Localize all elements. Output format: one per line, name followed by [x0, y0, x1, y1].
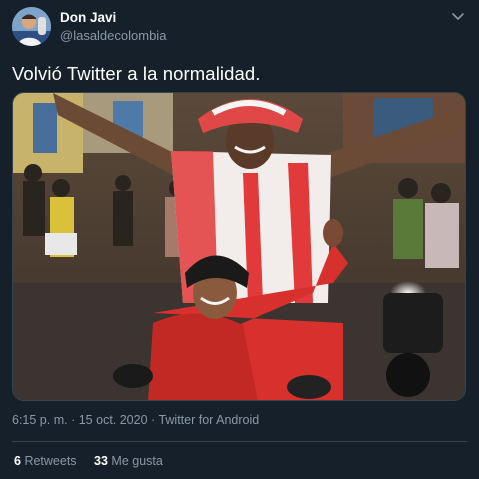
likes-stat[interactable]: 33 Me gusta — [94, 454, 163, 468]
retweets-count: 6 — [14, 454, 21, 468]
tweet-stats: 6 Retweets 33 Me gusta — [14, 454, 177, 468]
likes-count: 33 — [94, 454, 108, 468]
avatar[interactable] — [12, 7, 51, 46]
chevron-down-icon[interactable] — [451, 9, 465, 23]
author-handle[interactable]: @lasaldecolombia — [60, 28, 166, 43]
divider — [12, 441, 467, 442]
tweet-photo[interactable] — [12, 92, 466, 401]
likes-label: Me gusta — [111, 454, 163, 468]
tweet-card: Don Javi @lasaldecolombia Volvió Twitter… — [0, 0, 479, 479]
tweet-text: Volvió Twitter a la normalidad. — [12, 63, 261, 84]
retweets-label: Retweets — [24, 454, 77, 468]
tweet-date[interactable]: 15 oct. 2020 — [79, 413, 148, 427]
retweets-stat[interactable]: 6 Retweets — [14, 454, 77, 468]
tweet-source[interactable]: Twitter for Android — [158, 413, 259, 427]
author-display-name[interactable]: Don Javi — [60, 10, 116, 25]
tweet-time[interactable]: 6:15 p. m. — [12, 413, 68, 427]
tweet-metadata: 6:15 p. m. · 15 oct. 2020 · Twitter for … — [12, 413, 259, 427]
